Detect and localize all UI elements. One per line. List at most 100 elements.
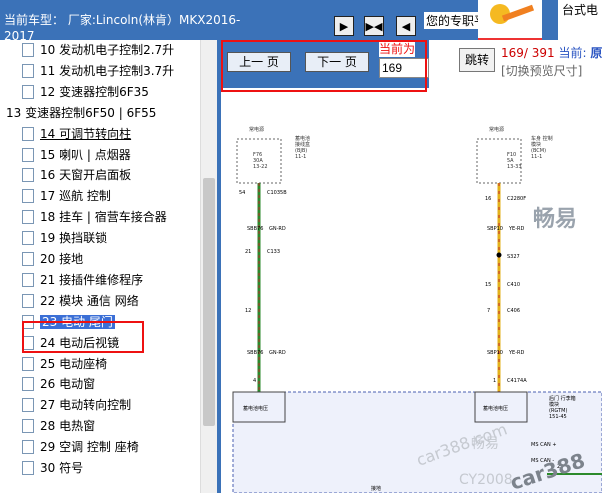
tree-item[interactable]: 28 电热窗 [22, 416, 96, 436]
tree-item-label: 18 挂车 | 宿营车接合器 [40, 210, 167, 225]
fuse-box-right [476, 138, 522, 184]
ye-rd-label: YE-RD [508, 226, 524, 232]
page-toolbar: 上一 页 下一 页 当前为 跳转 169/ 391 当前: 原始 [切换预览尺寸… [221, 40, 602, 92]
document-icon [22, 231, 34, 246]
tree-item[interactable]: 29 空调 控制 座椅 [22, 437, 139, 457]
power-label-left: 常电源 [249, 126, 264, 133]
tree-item-label: 10 发动机电子控制2.7升 [40, 43, 175, 57]
tree-item[interactable]: 11 发动机电子控制3.7升 [22, 61, 175, 81]
document-icon [22, 419, 34, 434]
gn-rd-label: GN-RD [269, 226, 286, 232]
ms-can-plus: MS CAN + [531, 442, 557, 448]
ye-rd-label-lower: YE-RD [508, 350, 524, 356]
document-icon [22, 210, 34, 225]
tree-item[interactable]: 27 电动转向控制 [22, 395, 132, 415]
c2280f-label: C2280F [507, 196, 526, 202]
document-icon [22, 126, 34, 141]
document-icon [22, 293, 34, 308]
pin-15: 15 [485, 282, 491, 288]
page-forward-icon[interactable]: ▶ [334, 16, 354, 36]
pin-21: 21 [245, 249, 251, 255]
tree-item-label: 11 发动机电子控制3.7升 [40, 63, 175, 78]
tree-item[interactable]: 30 符号 [22, 458, 84, 478]
document-icon [22, 356, 34, 371]
sbb76-label: SBB76 [247, 226, 263, 232]
c133-label: C133 [267, 249, 280, 255]
document-icon [22, 398, 34, 413]
tree-item-label: 30 符号 [40, 461, 84, 475]
sbb76-label-lower: SBB76 [247, 350, 263, 356]
bjb-label: 蓄电池接线盒(BJB) 11-1 [295, 135, 310, 160]
tree-item-label: 21 接插件维修程序 [40, 272, 144, 287]
page-count-text: 169/ 391 [501, 46, 555, 60]
tree-item[interactable]: 21 接插件维修程序 [22, 270, 144, 290]
splice-s327 [496, 252, 502, 258]
document-icon [22, 168, 34, 183]
tree-item-label: 26 电动窗 [40, 377, 96, 392]
page-back-icon[interactable]: ◀ [396, 16, 416, 36]
top-bar: 当前车型： 厂家:Lincoln(林肯）MKX2016-2017 ▶ ▶◀ ◀ … [0, 0, 602, 43]
tree-item[interactable]: 25 电动座椅 [22, 354, 108, 374]
pin-1: 1 [493, 378, 496, 384]
c4174a-label: C4174A [507, 378, 527, 384]
c1035b-label: C1035B [267, 190, 287, 196]
current-size-value: 原始 [590, 46, 602, 60]
tree-item-label: 28 电热窗 [40, 419, 96, 434]
sbp10-label: SBP10 [487, 226, 503, 232]
tree-item-label: 17 巡航 控制 [40, 189, 111, 204]
gn-rd-label-lower: GN-RD [269, 350, 286, 356]
tree-item[interactable]: 15 喇叭 | 点烟器 [22, 145, 131, 165]
tree-item[interactable]: 14 可调节转向柱 [22, 124, 132, 144]
sbp10-label-lower: SBP10 [487, 350, 503, 356]
tree-item[interactable]: 17 巡航 控制 [22, 186, 111, 206]
toggle-preview-size-link[interactable]: [切换预览尺寸] [501, 62, 582, 79]
power-label-right: 常电源 [489, 126, 504, 133]
document-icon [22, 252, 34, 266]
page-split-icon[interactable]: ▶◀ [364, 16, 384, 36]
tree-parent-item[interactable]: 13 变速器控制6F50 | 6F55 [6, 103, 156, 123]
page-count: 169/ 391 当前: 原始 [501, 44, 602, 61]
tree-item[interactable]: 19 换挡联锁 [22, 228, 108, 248]
wiring-diagram[interactable]: 常电源 F76 30A 13-22 蓄电池接线盒(BJB) 11-1 常电源 F10 5… [221, 88, 602, 493]
tree-item[interactable]: 18 挂车 | 宿营车接合器 [22, 207, 167, 227]
tree-item-label: 12 变速器控制6F35 [40, 84, 149, 99]
pin-54: 54 [239, 190, 245, 196]
pin-7: 7 [487, 308, 490, 314]
document-icon [22, 377, 34, 392]
mechanic-logo [478, 0, 542, 40]
document-icon [22, 43, 34, 57]
tree-item[interactable]: 16 天窗开启面板 [22, 165, 131, 185]
tree-item-label: 25 电动座椅 [40, 356, 108, 371]
tree-item-label: 27 电动转向控制 [40, 398, 132, 413]
bcm-label: 车身 控制模块(BCM) 11-1 [531, 135, 553, 160]
tree-item-label: 19 换挡联锁 [40, 231, 108, 246]
pin-4: 4 [253, 378, 256, 384]
document-icon [22, 84, 34, 99]
tree-item-label: 29 空调 控制 座椅 [40, 440, 139, 455]
current-size-label: 当前: [558, 46, 587, 60]
tree-item-label: 14 可调节转向柱 [40, 126, 132, 141]
c406-label: C406 [507, 308, 520, 314]
jump-button[interactable]: 跳转 [459, 48, 495, 72]
ground-label: 接地 [371, 485, 381, 492]
tree-item[interactable]: 20 接地 [22, 249, 83, 269]
tree-item[interactable]: 10 发动机电子控制2.7升 [22, 40, 175, 60]
tree-item-label: 22 模块 通信 网络 [40, 293, 139, 308]
s327-label: S327 [507, 254, 520, 260]
tree-item[interactable]: 26 电动窗 [22, 374, 96, 394]
tree-scrollbar-thumb[interactable] [203, 178, 215, 426]
brand-text: 台式电 [558, 0, 602, 40]
watermark-top: 畅易 [533, 207, 577, 232]
fuse-f10-label: F10 5A 13-33 [507, 152, 522, 170]
c410-label: C410 [507, 282, 520, 288]
document-icon [22, 440, 34, 455]
fuse-f76-label: F76 30A 13-22 [253, 152, 268, 170]
pin-12: 12 [245, 308, 251, 314]
document-icon [22, 272, 34, 287]
batt-voltage-right: 蓄电池电压 [483, 405, 508, 412]
batt-voltage-left: 蓄电池电压 [243, 405, 268, 412]
tree-item[interactable]: 12 变速器控制6F35 [22, 82, 149, 102]
pin-16: 16 [485, 196, 491, 202]
document-icon [22, 147, 34, 162]
tree-item[interactable]: 22 模块 通信 网络 [22, 291, 139, 311]
